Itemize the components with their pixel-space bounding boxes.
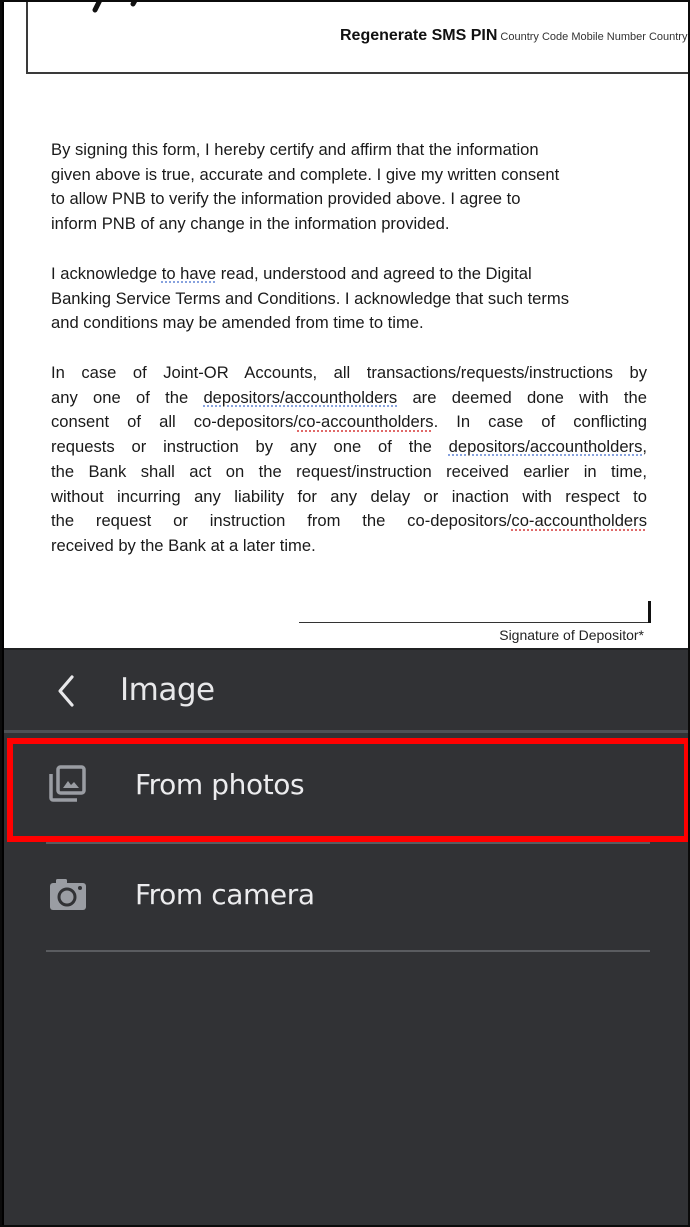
text-line: the request or instruction from the co-d… bbox=[51, 509, 647, 534]
spelling-underline: co-accountholders bbox=[511, 511, 647, 531]
text-line: to allow PNB to verify the information p… bbox=[51, 189, 521, 209]
text-segment: read, understood and agreed to the Digit… bbox=[216, 264, 532, 283]
certification-paragraph: By signing this form, I hereby certify a… bbox=[51, 138, 647, 237]
photo-library-icon bbox=[49, 765, 86, 802]
from-photos-option[interactable]: From photos bbox=[4, 738, 688, 838]
signature-line[interactable] bbox=[299, 622, 649, 623]
text-line: given above is true, accurate and comple… bbox=[51, 164, 560, 184]
item-divider bbox=[46, 842, 650, 844]
text-segment: are deemed done with the bbox=[397, 387, 647, 407]
from-camera-option[interactable]: From camera bbox=[4, 848, 688, 948]
text-line: Banking Service Terms and Conditions. I … bbox=[51, 288, 570, 308]
text-line: without incurring any liability for any … bbox=[51, 486, 647, 506]
from-camera-label: From camera bbox=[135, 878, 315, 911]
text-line: any one of the depositors/accountholders… bbox=[51, 386, 647, 411]
chevron-left-icon bbox=[58, 675, 74, 707]
text-segment: the request or instruction from the co-d… bbox=[51, 511, 512, 531]
caption-small: Country Code Mobile Number Country bbox=[500, 31, 688, 43]
regenerate-sms-pin-caption: Regenerate SMS PIN Country Code Mobile Nu… bbox=[340, 27, 687, 45]
back-button[interactable] bbox=[46, 670, 86, 712]
text-cursor bbox=[648, 601, 651, 623]
text-segment: I acknowledge bbox=[51, 264, 162, 283]
grammar-underline: to have bbox=[161, 264, 217, 283]
text-line: inform PNB of any change in the informat… bbox=[51, 214, 450, 234]
text-line: the Bank shall act on the request/instru… bbox=[51, 461, 647, 481]
spelling-underline: co-accountholders bbox=[297, 412, 434, 432]
text-segment: requests or instruction by any one of th… bbox=[51, 437, 449, 457]
text-segment: consent of all co-depositors/ bbox=[51, 412, 298, 432]
camera-icon bbox=[50, 879, 86, 910]
from-photos-label: From photos bbox=[135, 768, 305, 801]
text-line: consent of all co-depositors/co-accounth… bbox=[51, 410, 647, 435]
text-segment: . In case of conflicting bbox=[433, 412, 647, 432]
document-view[interactable]: Regenerate SMS PIN Country Code Mobile Nu… bbox=[4, 2, 688, 648]
text-line: By signing this form, I hereby certify a… bbox=[51, 140, 539, 159]
caption-bold: Regenerate SMS PIN bbox=[340, 27, 498, 44]
text-line: In case of Joint-OR Accounts, all transa… bbox=[51, 363, 647, 382]
image-bottom-sheet: Image From photos From camera bbox=[4, 648, 688, 1225]
text-segment: any one of the bbox=[51, 387, 204, 407]
grammar-underline: depositors/accountholders bbox=[448, 437, 643, 457]
text-line: received by the Bank at a later time. bbox=[51, 535, 316, 555]
text-line: requests or instruction by any one of th… bbox=[51, 435, 647, 460]
grammar-underline: depositors/accountholders bbox=[203, 387, 398, 407]
item-divider bbox=[46, 950, 650, 952]
acknowledgement-paragraph: I acknowledge to have read, understood a… bbox=[51, 262, 647, 336]
sheet-header: Image bbox=[4, 650, 688, 730]
text-line: and conditions may be amended from time … bbox=[51, 313, 424, 333]
sheet-title: Image bbox=[120, 672, 215, 708]
text-line: I acknowledge to have read, understood a… bbox=[51, 262, 647, 287]
signature-label: Signature of Depositor* bbox=[499, 627, 644, 643]
signature-scribble bbox=[92, 2, 138, 13]
joint-accounts-paragraph: In case of Joint-OR Accounts, all transa… bbox=[51, 361, 647, 559]
screen: Regenerate SMS PIN Country Code Mobile Nu… bbox=[0, 0, 690, 1227]
header-divider bbox=[4, 730, 688, 733]
text-segment: , bbox=[642, 437, 647, 457]
